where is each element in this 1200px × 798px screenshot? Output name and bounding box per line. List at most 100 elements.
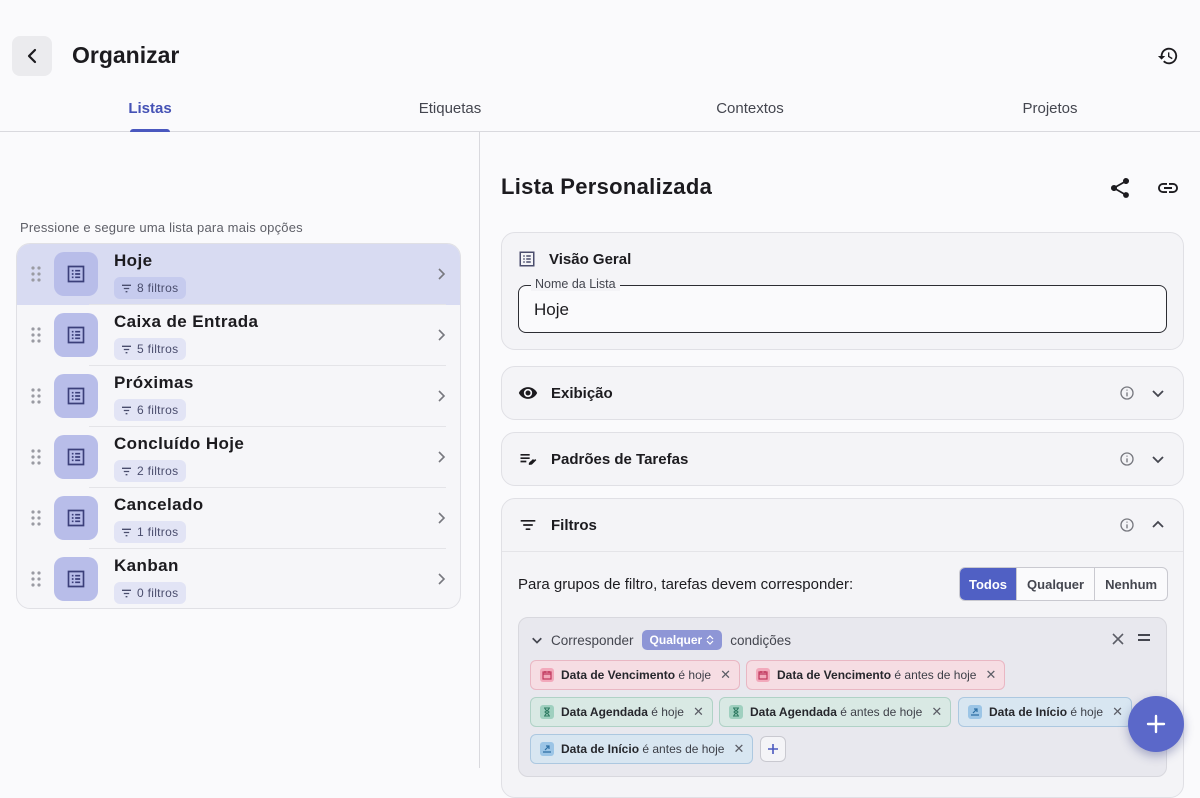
list-icon (54, 496, 98, 540)
tab-projetos[interactable]: Projetos (900, 86, 1200, 131)
filter-icon (122, 284, 131, 292)
group-suffix: condições (730, 632, 792, 648)
info-icon[interactable] (1119, 385, 1135, 401)
filter-icon (122, 467, 131, 475)
tab-listas[interactable]: Listas (0, 86, 300, 132)
chevron-right-icon (438, 390, 446, 402)
list-row[interactable]: Cancelado 1 filtros (17, 488, 460, 549)
filter-condition-tag[interactable]: Data de Vencimento é hoje ✕ (530, 660, 740, 690)
hourglass-icon (729, 705, 743, 719)
overview-label: Visão Geral (549, 250, 632, 268)
list-row[interactable]: Concluído Hoje 2 filtros (17, 427, 460, 488)
condition-text: Data Agendada é hoje (561, 705, 684, 719)
unfold-icon (706, 635, 714, 645)
add-list-fab[interactable] (1128, 696, 1184, 752)
filters-panel: Filtros Para grupos de filtro, tarefas d… (501, 498, 1184, 798)
lists-pane: Pressione e segure uma lista para mais o… (0, 132, 480, 768)
filter-condition-tag[interactable]: Data de Início é hoje ✕ (958, 697, 1132, 727)
calendar-icon (756, 668, 770, 682)
back-button[interactable] (12, 36, 52, 76)
remove-condition-icon[interactable]: ✕ (693, 704, 704, 720)
condition-text: Data de Início é antes de hoje (561, 742, 725, 756)
filter-icon (122, 406, 131, 414)
chevron-down-icon[interactable] (1151, 452, 1165, 466)
filter-condition-tag[interactable]: Data de Início é antes de hoje ✕ (530, 734, 754, 764)
drag-handle-icon[interactable] (31, 571, 41, 587)
drag-handle-icon[interactable] (31, 327, 41, 343)
condition-text: Data Agendada é antes de hoje (750, 705, 923, 719)
display-panel[interactable]: Exibição (501, 366, 1184, 420)
filter-count-badge: 5 filtros (114, 338, 187, 360)
list-row[interactable]: Kanban 0 filtros (17, 549, 460, 608)
chevron-down-icon[interactable] (1151, 386, 1165, 400)
filter-count: 0 filtros (137, 586, 179, 600)
remove-condition-icon[interactable]: ✕ (1112, 704, 1123, 720)
remove-condition-icon[interactable]: ✕ (720, 667, 731, 683)
list-icon (54, 313, 98, 357)
history-button[interactable] (1152, 40, 1184, 72)
list-name: Caixa de Entrada (114, 312, 259, 331)
list-row[interactable]: Próximas 6 filtros (17, 366, 460, 427)
condition-text: Data de Vencimento é antes de hoje (777, 668, 977, 682)
add-condition-button[interactable] (760, 736, 786, 762)
condition-text: Data de Vencimento é hoje (561, 668, 712, 682)
remove-condition-icon[interactable]: ✕ (931, 704, 942, 720)
task-defaults-panel[interactable]: Padrões de Tarefas (501, 432, 1184, 486)
chevron-right-icon (438, 268, 446, 280)
close-icon[interactable] (1111, 632, 1125, 646)
link-icon (1158, 183, 1178, 193)
drag-handle-icon[interactable] (1137, 633, 1151, 643)
chevron-up-icon[interactable] (1151, 518, 1165, 532)
list-name: Kanban (114, 556, 179, 575)
chevron-right-icon (438, 329, 446, 341)
list-name: Cancelado (114, 495, 204, 514)
start-icon (540, 742, 554, 756)
filter-condition-tag[interactable]: Data de Vencimento é antes de hoje ✕ (746, 660, 1006, 690)
condition-text: Data de Início é hoje (989, 705, 1104, 719)
app-bar: Organizar (0, 0, 1200, 86)
list-icon (54, 557, 98, 601)
lists-card: Hoje 8 filtros Caixa de Entrada 5 filtros Pr… (16, 243, 461, 609)
filters-label: Filtros (551, 516, 597, 534)
match-any-button[interactable]: Qualquer (1016, 568, 1094, 600)
tab-contextos[interactable]: Contextos (600, 86, 900, 131)
match-none-button[interactable]: Nenhum (1094, 568, 1167, 600)
list-icon (519, 251, 535, 267)
list-row[interactable]: Hoje 8 filtros (17, 244, 460, 305)
filter-icon (122, 345, 131, 353)
share-button[interactable] (1108, 176, 1132, 200)
list-name: Hoje (114, 251, 153, 270)
drag-handle-icon[interactable] (31, 449, 41, 465)
info-icon[interactable] (1119, 451, 1135, 467)
detail-title: Lista Personalizada (501, 174, 713, 199)
group-prefix: Corresponder (551, 632, 634, 648)
calendar-icon (540, 668, 554, 682)
filter-icon (520, 520, 536, 530)
drag-handle-icon[interactable] (31, 388, 41, 404)
chevron-left-icon (27, 48, 37, 64)
filter-count-badge: 1 filtros (114, 521, 187, 543)
filter-condition-tag[interactable]: Data Agendada é antes de hoje ✕ (719, 697, 952, 727)
match-instruction: Para grupos de filtro, tarefas devem cor… (518, 576, 854, 593)
filters-header[interactable]: Filtros (518, 499, 597, 551)
drag-handle-icon[interactable] (31, 510, 41, 526)
list-icon (54, 435, 98, 479)
remove-condition-icon[interactable]: ✕ (733, 741, 744, 757)
group-mode-value: Qualquer (649, 633, 703, 647)
filter-count: 8 filtros (137, 281, 179, 295)
list-name-field[interactable]: Nome da Lista Hoje (518, 277, 1167, 333)
drag-handle-icon[interactable] (31, 266, 41, 282)
detail-pane: Lista Personalizada Visão Geral Nome da … (481, 132, 1200, 798)
copy-link-button[interactable] (1156, 176, 1180, 200)
start-icon (968, 705, 982, 719)
filter-count-badge: 8 filtros (114, 277, 187, 299)
filter-condition-tag[interactable]: Data Agendada é hoje ✕ (530, 697, 713, 727)
group-mode-select[interactable]: Qualquer (641, 630, 723, 650)
info-icon[interactable] (1119, 517, 1135, 533)
match-all-button[interactable]: Todos (960, 568, 1017, 600)
remove-condition-icon[interactable]: ✕ (985, 667, 996, 683)
list-row[interactable]: Caixa de Entrada 5 filtros (17, 305, 460, 366)
tab-etiquetas[interactable]: Etiquetas (300, 86, 600, 131)
filter-count: 1 filtros (137, 525, 179, 539)
chevron-down-icon[interactable] (531, 634, 543, 646)
